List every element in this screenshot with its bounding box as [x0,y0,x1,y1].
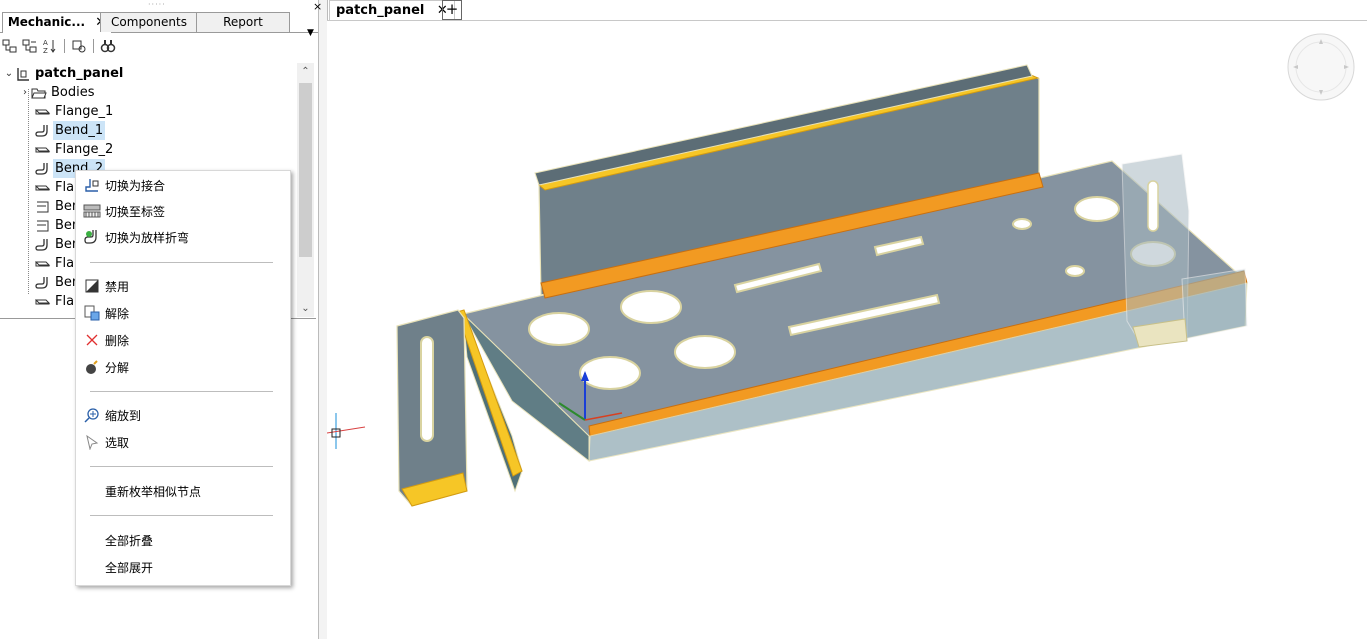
tab-report-label: Report [223,15,263,29]
menu-item-zoom-to[interactable]: 缩放到 [76,404,290,426]
menu-item-label: 切换为放样折弯 [105,230,190,245]
tree-item-flange-1[interactable]: Flange_1 [34,102,115,121]
flange-icon [34,257,52,271]
context-menu: 切换为接合 切换至标签 切换为放样折弯 禁用 解除 删除 分解 缩放到 选取 重… [75,170,291,586]
menu-item-re-enumerate[interactable]: 重新枚举相似节点 [76,480,290,502]
panel-close-icon[interactable]: × [313,0,322,13]
tree-scrollbar[interactable]: ⌃ ⌄ [297,63,314,317]
menu-item-label: 禁用 [105,279,130,294]
find-icon[interactable] [100,38,116,54]
tree-item-bodies[interactable]: › Bodies [20,83,97,102]
loft-bend-icon [83,229,101,245]
toolbar-separator [64,39,65,53]
junction-icon [83,177,101,193]
flange-icon [34,295,52,309]
chevron-down-icon[interactable]: ⌄ [4,64,14,83]
tree-root-node[interactable]: ⌄ patch_panel [4,64,125,83]
tree-item-label: Bend_1 [53,121,106,140]
scrollbar-thumb[interactable] [299,83,312,257]
menu-item-select[interactable]: 选取 [76,431,290,453]
tab-patch-panel[interactable]: patch_panel ✕ [329,0,455,20]
tab-report[interactable]: Report [196,12,290,32]
menu-item-label: 缩放到 [105,408,142,423]
menu-item-switch-to-loft-bend[interactable]: 切换为放样折弯 [76,226,290,248]
panel-grip[interactable]: ····· [148,0,166,9]
tree-item-bend-1[interactable]: Bend_1 [34,121,106,140]
menu-item-switch-to-label[interactable]: 切换至标签 [76,200,290,222]
model-viewport[interactable] [327,21,1367,639]
menu-separator [90,466,273,467]
scroll-down-icon[interactable]: ⌄ [297,300,314,317]
add-tab-button[interactable]: + [442,0,462,20]
sort-az-icon[interactable]: AZ [42,38,58,54]
menu-item-label: 全部折叠 [105,533,154,548]
menu-item-release[interactable]: 解除 [76,302,290,324]
tree-item-label: Flange_1 [55,104,114,119]
menu-item-label: 重新枚举相似节点 [105,484,202,499]
menu-item-label: 解除 [105,306,130,321]
part-icon [14,67,32,81]
tab-components[interactable]: Components [100,12,198,32]
menu-item-expand-all[interactable]: 全部展开 [76,556,290,578]
menu-item-switch-to-junction[interactable]: 切换为接合 [76,174,290,196]
flange-icon [34,143,52,157]
release-icon [83,305,101,321]
zoom-to-icon [83,407,101,423]
menu-separator [90,391,273,392]
bend-icon [34,162,52,176]
menu-item-label: 切换至标签 [105,204,166,219]
junction-icon [34,219,52,233]
flange-icon [34,181,52,195]
menu-item-explode[interactable]: 分解 [76,356,290,378]
label-icon [83,203,101,219]
scroll-up-icon[interactable]: ⌃ [297,63,314,80]
browser-toolbar: AZ [2,37,116,55]
crosshair-icon [327,413,366,449]
menu-item-label: 分解 [105,360,130,375]
junction-icon [34,200,52,214]
tab-components-label: Components [111,15,187,29]
tree-root-label: patch_panel [35,66,124,81]
model-canvas[interactable] [327,21,1367,639]
disable-icon [83,278,101,294]
flange-icon [34,105,52,119]
panel-menu-icon[interactable]: ▼ [307,28,314,38]
delete-icon [83,332,101,348]
folder-icon [30,86,48,100]
svg-text:Z: Z [43,47,48,54]
tree-item-label: Bodies [51,85,95,100]
settings-icon[interactable] [71,38,87,54]
bend-icon [34,276,52,290]
bend-icon [34,238,52,252]
menu-separator [90,262,273,263]
right-bracket[interactable] [1121,153,1248,348]
menu-item-label: 删除 [105,333,130,348]
menu-separator [90,515,273,516]
doc-tab-label: patch_panel [336,3,425,18]
document-tab-strip: patch_panel ✕ + [327,0,1367,21]
tree-guide-line [28,89,29,294]
menu-item-label: 全部展开 [105,560,154,575]
bend-icon [34,124,52,138]
svg-text:A: A [43,39,48,47]
menu-item-label: 选取 [105,435,130,450]
chevron-right-icon[interactable]: › [20,83,30,102]
tree-item-flange-2[interactable]: Flange_2 [34,140,115,159]
tree-collapse-icon[interactable] [2,38,18,54]
tree-expand-icon[interactable] [22,38,38,54]
tab-mechanical[interactable]: Mechanic... ✕ [2,12,112,33]
menu-item-disable[interactable]: 禁用 [76,275,290,297]
tab-mechanical-label: Mechanic... [7,15,86,29]
toolbar-separator [93,39,94,53]
menu-item-label: 切换为接合 [105,178,166,193]
view-compass-icon[interactable] [1287,33,1355,101]
panel-tab-strip: Mechanic... ✕ Components Report ▼ [0,12,319,38]
explode-icon [83,359,101,375]
tree-item-label: Flange_2 [55,142,114,157]
select-icon [83,434,101,450]
menu-item-delete[interactable]: 删除 [76,329,290,351]
menu-item-collapse-all[interactable]: 全部折叠 [76,529,290,551]
